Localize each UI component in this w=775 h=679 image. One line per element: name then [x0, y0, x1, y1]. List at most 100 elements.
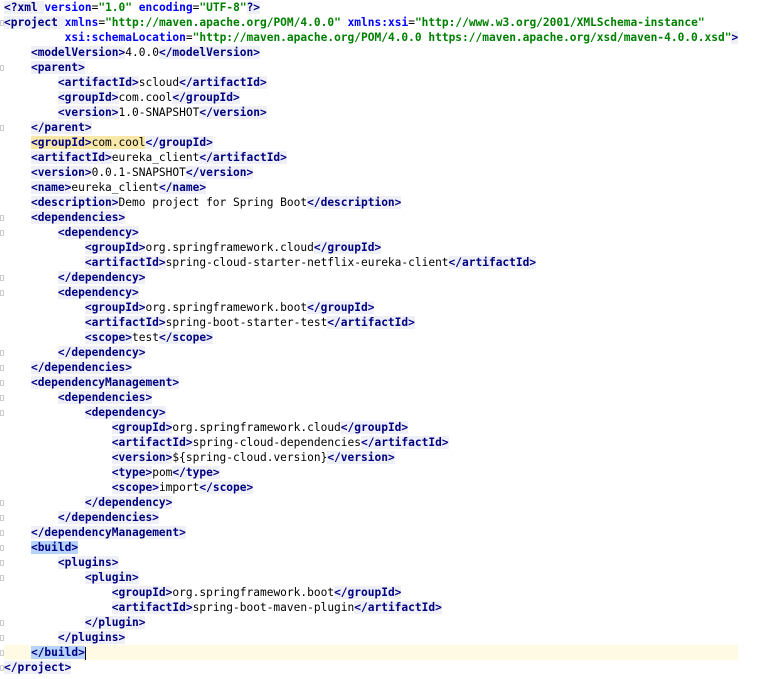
text-content: 4.0.0	[125, 46, 159, 59]
code-line[interactable]: </dependencies>	[4, 510, 738, 525]
attribute-value: "1.0"	[98, 1, 133, 14]
code-line[interactable]: <dependencies>	[4, 210, 738, 225]
xml-tag: </artifactId>	[354, 601, 442, 614]
text-content: 0.0.1-SNAPSHOT	[91, 166, 186, 179]
xml-tag: <groupId>	[84, 301, 146, 314]
code-line[interactable]: <groupId>org.springframework.boot</group…	[4, 585, 738, 600]
code-line[interactable]: <scope>test</scope>	[4, 330, 738, 345]
xml-tag: </dependency>	[84, 496, 173, 509]
code-line[interactable]: xsi:schemaLocation="http://maven.apache.…	[4, 30, 739, 45]
text-content: spring-boot-starter-test	[165, 316, 328, 329]
xml-tag: </artifactId>	[199, 151, 287, 164]
text-content: import	[158, 481, 200, 494]
code-line[interactable]: <description>Demo project for Spring Boo…	[4, 195, 738, 210]
code-line[interactable]: <project xmlns = "http://maven.apache.org/…	[4, 15, 738, 30]
code-line[interactable]: <scope>import</scope>	[4, 480, 738, 495]
attribute-name: encoding	[138, 1, 193, 14]
text-content: Demo project for Spring Boot	[118, 196, 308, 209]
code-line[interactable]: <artifactId>eureka_client</artifactId>	[4, 150, 738, 165]
xml-tag: <scope>	[111, 481, 159, 494]
xml-tag: </groupId>	[307, 301, 375, 314]
code-line[interactable]: </parent>	[4, 120, 738, 135]
code-line[interactable]: <groupId>org.springframework.cloud</grou…	[4, 240, 738, 255]
text-content: =	[408, 16, 415, 29]
xml-tag: </artifactId>	[179, 76, 267, 89]
code-line[interactable]: <groupId>com.cool</groupId>	[4, 135, 738, 150]
code-line[interactable]: <groupId>org.springframework.boot</group…	[4, 300, 738, 315]
xml-tag: <modelVersion>	[30, 46, 126, 59]
text-content: test	[131, 331, 159, 344]
code-line[interactable]: <build>	[4, 540, 738, 555]
code-line[interactable]: <dependency>	[4, 285, 738, 300]
code-line[interactable]: <plugins>	[4, 555, 738, 570]
xml-tag: <groupId>	[57, 91, 119, 104]
code-line[interactable]: </plugins>	[4, 630, 738, 645]
xml-tag: </version>	[185, 166, 254, 179]
xml-tag: <project	[4, 16, 65, 29]
xml-tag: </artifactId>	[448, 256, 537, 269]
code-line[interactable]: </dependencyManagement>	[4, 525, 738, 540]
xml-tag: </artifactId>	[361, 436, 449, 449]
xml-tag: </scope>	[199, 481, 254, 494]
text-content: 1.0-SNAPSHOT	[118, 106, 200, 119]
xml-tag: <artifactId>	[84, 256, 166, 269]
xml-tag: <version>	[111, 451, 173, 464]
code-line[interactable]: </plugin>	[4, 615, 738, 630]
code-line[interactable]: <artifactId>spring-cloud-dependencies</a…	[4, 435, 738, 450]
xml-tag: <artifactId>	[30, 151, 112, 164]
code-line[interactable]: </dependencies>	[4, 360, 738, 375]
text-content: com.cool	[118, 91, 173, 104]
code-line[interactable]: <parent>	[4, 60, 738, 75]
xml-tag: <groupId>	[84, 241, 146, 254]
xml-tag: <dependencies>	[57, 391, 153, 404]
text-content: org.springframework.boot	[172, 586, 335, 599]
code-line[interactable]: <groupId>org.springframework.cloud</grou…	[4, 420, 738, 435]
code-line[interactable]: <type>pom</type>	[4, 465, 738, 480]
code-line[interactable]: <artifactId>scloud</artifactId>	[4, 75, 738, 90]
code-line[interactable]: </project>	[4, 660, 738, 675]
code-line[interactable]: <artifactId>spring-cloud-starter-netflix…	[4, 255, 738, 270]
code-line[interactable]: <dependencyManagement>	[4, 375, 738, 390]
code-line[interactable]: <modelVersion>4.0.0</modelVersion>	[4, 45, 738, 60]
code-line[interactable]: <version>${spring-cloud.version}</versio…	[4, 450, 738, 465]
code-line[interactable]: <version>0.0.1-SNAPSHOT</version>	[4, 165, 738, 180]
xml-tag: </groupId>	[172, 91, 240, 104]
xml-tag: </description>	[307, 196, 402, 209]
code-line[interactable]: <version>1.0-SNAPSHOT</version>	[4, 105, 738, 120]
code-line[interactable]: <dependencies>	[4, 390, 738, 405]
xml-code-editor[interactable]: <?xml version="1.0" encoding="UTF-8"?> <p…	[0, 0, 775, 679]
xml-tag: </name>	[158, 181, 207, 194]
code-line[interactable]: </dependency>	[4, 345, 738, 360]
code-line[interactable]: <artifactId>spring-boot-starter-test</ar…	[4, 315, 738, 330]
text-content: spring-boot-maven-plugin	[192, 601, 355, 614]
code-line[interactable]: <groupId>com.cool</groupId>	[4, 90, 738, 105]
code-line[interactable]: </dependency>	[4, 270, 738, 285]
code-line[interactable]: <?xml version="1.0" encoding="UTF-8"?>	[4, 0, 738, 15]
attribute-name: xmlns:xsi	[347, 16, 409, 29]
code-line[interactable]: </dependency>	[4, 495, 738, 510]
code-line[interactable]: <artifactId>spring-boot-maven-plugin</ar…	[4, 600, 738, 615]
xml-tag: <groupId>	[111, 586, 173, 599]
xml-tag: </plugins>	[57, 631, 126, 644]
code-line[interactable]: <name>eureka_client</name>	[4, 180, 738, 195]
xml-tag: </groupId>	[334, 586, 402, 599]
xml-tag: </version>	[327, 451, 395, 464]
code-area[interactable]: <?xml version="1.0" encoding="UTF-8"?> <p…	[4, 0, 739, 675]
code-line[interactable]: <dependency>	[4, 405, 738, 420]
code-line[interactable]: </build>	[4, 645, 739, 660]
code-line[interactable]: <dependency>	[4, 225, 738, 240]
code-line[interactable]: <plugin>	[4, 570, 738, 585]
